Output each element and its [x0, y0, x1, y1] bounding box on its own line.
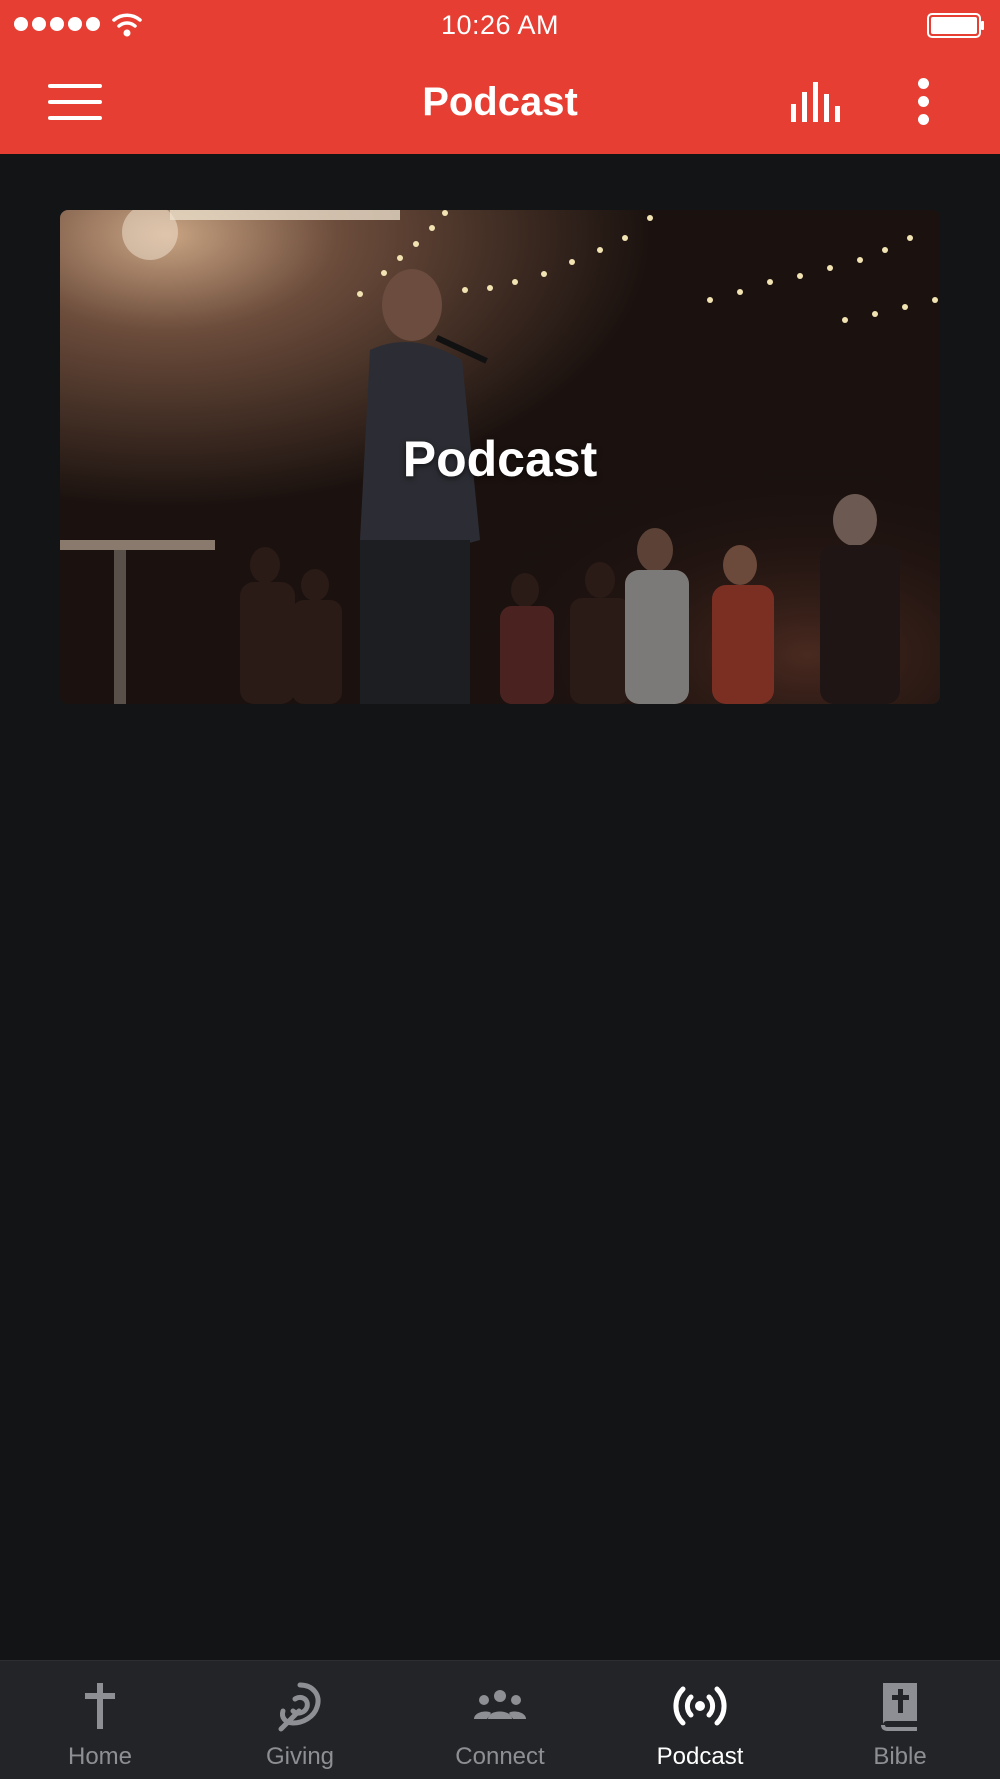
- hero-title: Podcast: [402, 431, 598, 487]
- battery-icon: [927, 13, 984, 38]
- giving-icon: [278, 1682, 321, 1732]
- tab-podcast[interactable]: Podcast: [600, 1661, 800, 1779]
- tab-giving[interactable]: Giving: [200, 1661, 400, 1779]
- bottom-tab-bar: Home Giving Connect Podcast Bible: [0, 1660, 1000, 1779]
- group-icon: [474, 1690, 526, 1719]
- more-vertical-icon[interactable]: [912, 76, 936, 128]
- bar-chart-icon[interactable]: [790, 82, 846, 122]
- bible-icon: [881, 1683, 917, 1731]
- hamburger-menu-icon[interactable]: [48, 84, 102, 120]
- tab-home[interactable]: Home: [0, 1661, 200, 1779]
- top-app-bar: 10:26 AM Podcast: [0, 0, 1000, 154]
- tab-connect[interactable]: Connect: [400, 1661, 600, 1779]
- navigation-bar: Podcast: [0, 50, 1000, 154]
- tab-label: Giving: [265, 1743, 335, 1770]
- status-time: 10:26 AM: [440, 10, 560, 40]
- page-title: Podcast: [422, 80, 578, 124]
- status-bar: 10:26 AM: [0, 0, 1000, 50]
- podcast-broadcast-icon: [673, 1686, 727, 1726]
- podcast-hero-card[interactable]: Podcast: [60, 210, 940, 704]
- cross-icon: [85, 1683, 115, 1729]
- tab-label: Bible: [873, 1743, 927, 1770]
- tab-label: Home: [67, 1743, 133, 1770]
- tab-label: Connect: [455, 1743, 545, 1770]
- tab-bible[interactable]: Bible: [800, 1661, 1000, 1779]
- tab-label: Podcast: [656, 1743, 744, 1770]
